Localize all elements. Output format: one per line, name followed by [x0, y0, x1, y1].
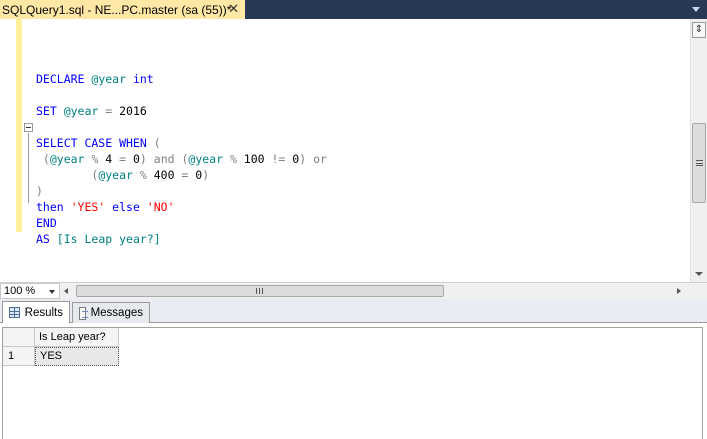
table-row: 1 YES: [3, 347, 119, 367]
code-line[interactable]: AS [Is Leap year?]: [36, 231, 327, 247]
code-token: DECLARE: [36, 72, 92, 86]
code-token: @year: [63, 104, 106, 118]
chevron-down-icon: [49, 290, 55, 294]
code-token: SELECT CASE WHEN: [36, 136, 154, 150]
code-line[interactable]: [36, 87, 327, 103]
code-token: else: [112, 200, 147, 214]
code-token: then: [36, 200, 71, 214]
code-token: %: [139, 168, 154, 182]
scroll-right-arrow-icon[interactable]: [677, 288, 681, 294]
code-line[interactable]: SET @year = 2016: [36, 103, 327, 119]
tab-results-label: Results: [24, 306, 63, 319]
code-line[interactable]: (@year % 4 = 0) and (@year % 100 != 0) o…: [36, 151, 327, 167]
grid-corner[interactable]: [3, 328, 35, 346]
code-token: (: [36, 152, 50, 166]
collapse-outline-icon[interactable]: [24, 123, 33, 132]
grid-icon: [9, 307, 20, 318]
code-token: (: [153, 136, 161, 150]
scroll-left-arrow-icon[interactable]: [64, 288, 68, 294]
results-tab-strip: Results Messages: [0, 299, 707, 323]
code-line[interactable]: [36, 55, 327, 71]
code-token: [Is Leap year?]: [56, 232, 161, 246]
editor-status-row: 100 %: [0, 282, 707, 299]
code-token: %: [91, 152, 106, 166]
results-grid[interactable]: Is Leap year? 1 YES: [2, 327, 703, 439]
code-line[interactable]: END: [36, 215, 327, 231]
grip-icon: [256, 288, 263, 294]
outline-line: [28, 133, 29, 203]
code-token: ) and (: [139, 152, 189, 166]
code-token: @year: [98, 168, 140, 182]
code-token: ): [36, 184, 43, 198]
code-line[interactable]: (@year % 400 = 0): [36, 167, 327, 183]
code-token: END: [36, 216, 57, 230]
code-line[interactable]: then 'YES' else 'NO': [36, 199, 327, 215]
horizontal-scroll-thumb[interactable]: [76, 285, 444, 297]
code-token: int: [132, 72, 154, 86]
zoom-dropdown[interactable]: 100 %: [0, 283, 60, 299]
code-token: (: [36, 168, 99, 182]
scroll-down-arrow-icon[interactable]: [695, 272, 703, 276]
tab-messages[interactable]: Messages: [72, 302, 150, 323]
tab-messages-label: Messages: [90, 307, 143, 319]
code-line[interactable]: ): [36, 183, 327, 199]
window-list-dropdown-icon[interactable]: [692, 7, 700, 12]
code-token: =: [105, 104, 120, 118]
code-token: %: [229, 152, 244, 166]
document-tab[interactable]: SQLQuery1.sql - NE...PC.master (sa (55))…: [0, 0, 245, 19]
results-pane: Is Leap year? 1 YES: [0, 324, 707, 439]
code-token: @year: [188, 152, 230, 166]
code-token: AS: [36, 232, 57, 246]
editor-vertical-scrollbar[interactable]: ⇕: [690, 19, 707, 282]
column-header[interactable]: Is Leap year?: [35, 328, 119, 346]
code-line[interactable]: [36, 119, 327, 135]
code-token: 2016: [119, 104, 147, 118]
tab-results[interactable]: Results: [2, 301, 70, 323]
code-token: =: [181, 168, 196, 182]
sql-code[interactable]: DECLARE @year int SET @year = 2016 SELEC…: [36, 55, 327, 247]
messages-icon: [79, 306, 88, 320]
code-token: 'YES': [70, 200, 113, 214]
code-token: 'NO': [146, 200, 175, 214]
editor-margin: [0, 19, 15, 282]
code-token: 4: [105, 152, 120, 166]
row-number[interactable]: 1: [3, 347, 35, 366]
code-token: 400: [153, 168, 182, 182]
grid-cell[interactable]: YES: [35, 347, 119, 366]
document-tab-title: SQLQuery1.sql - NE...PC.master (sa (55))…: [2, 2, 232, 17]
code-token: ) or: [299, 152, 327, 166]
code-line[interactable]: SELECT CASE WHEN (: [36, 135, 327, 151]
code-token: !=: [271, 152, 293, 166]
code-line[interactable]: DECLARE @year int: [36, 71, 327, 87]
grid-header: Is Leap year?: [3, 328, 119, 347]
document-tab-bar: SQLQuery1.sql - NE...PC.master (sa (55))…: [0, 0, 707, 19]
code-token: SET: [36, 104, 64, 118]
close-icon[interactable]: ✕: [228, 2, 239, 16]
change-tracking-bar: [16, 19, 22, 232]
zoom-value: 100 %: [4, 285, 36, 297]
code-token: 100: [243, 152, 272, 166]
grip-icon: [696, 160, 703, 166]
vertical-scroll-thumb[interactable]: [692, 123, 706, 203]
split-window-icon[interactable]: ⇕: [692, 22, 706, 38]
code-token: ): [202, 168, 210, 182]
code-token: @year: [49, 152, 92, 166]
code-token: =: [119, 152, 133, 166]
code-token: 0: [132, 152, 140, 166]
code-token: @year: [91, 72, 133, 86]
query-editor[interactable]: DECLARE @year int SET @year = 2016 SELEC…: [0, 19, 707, 282]
